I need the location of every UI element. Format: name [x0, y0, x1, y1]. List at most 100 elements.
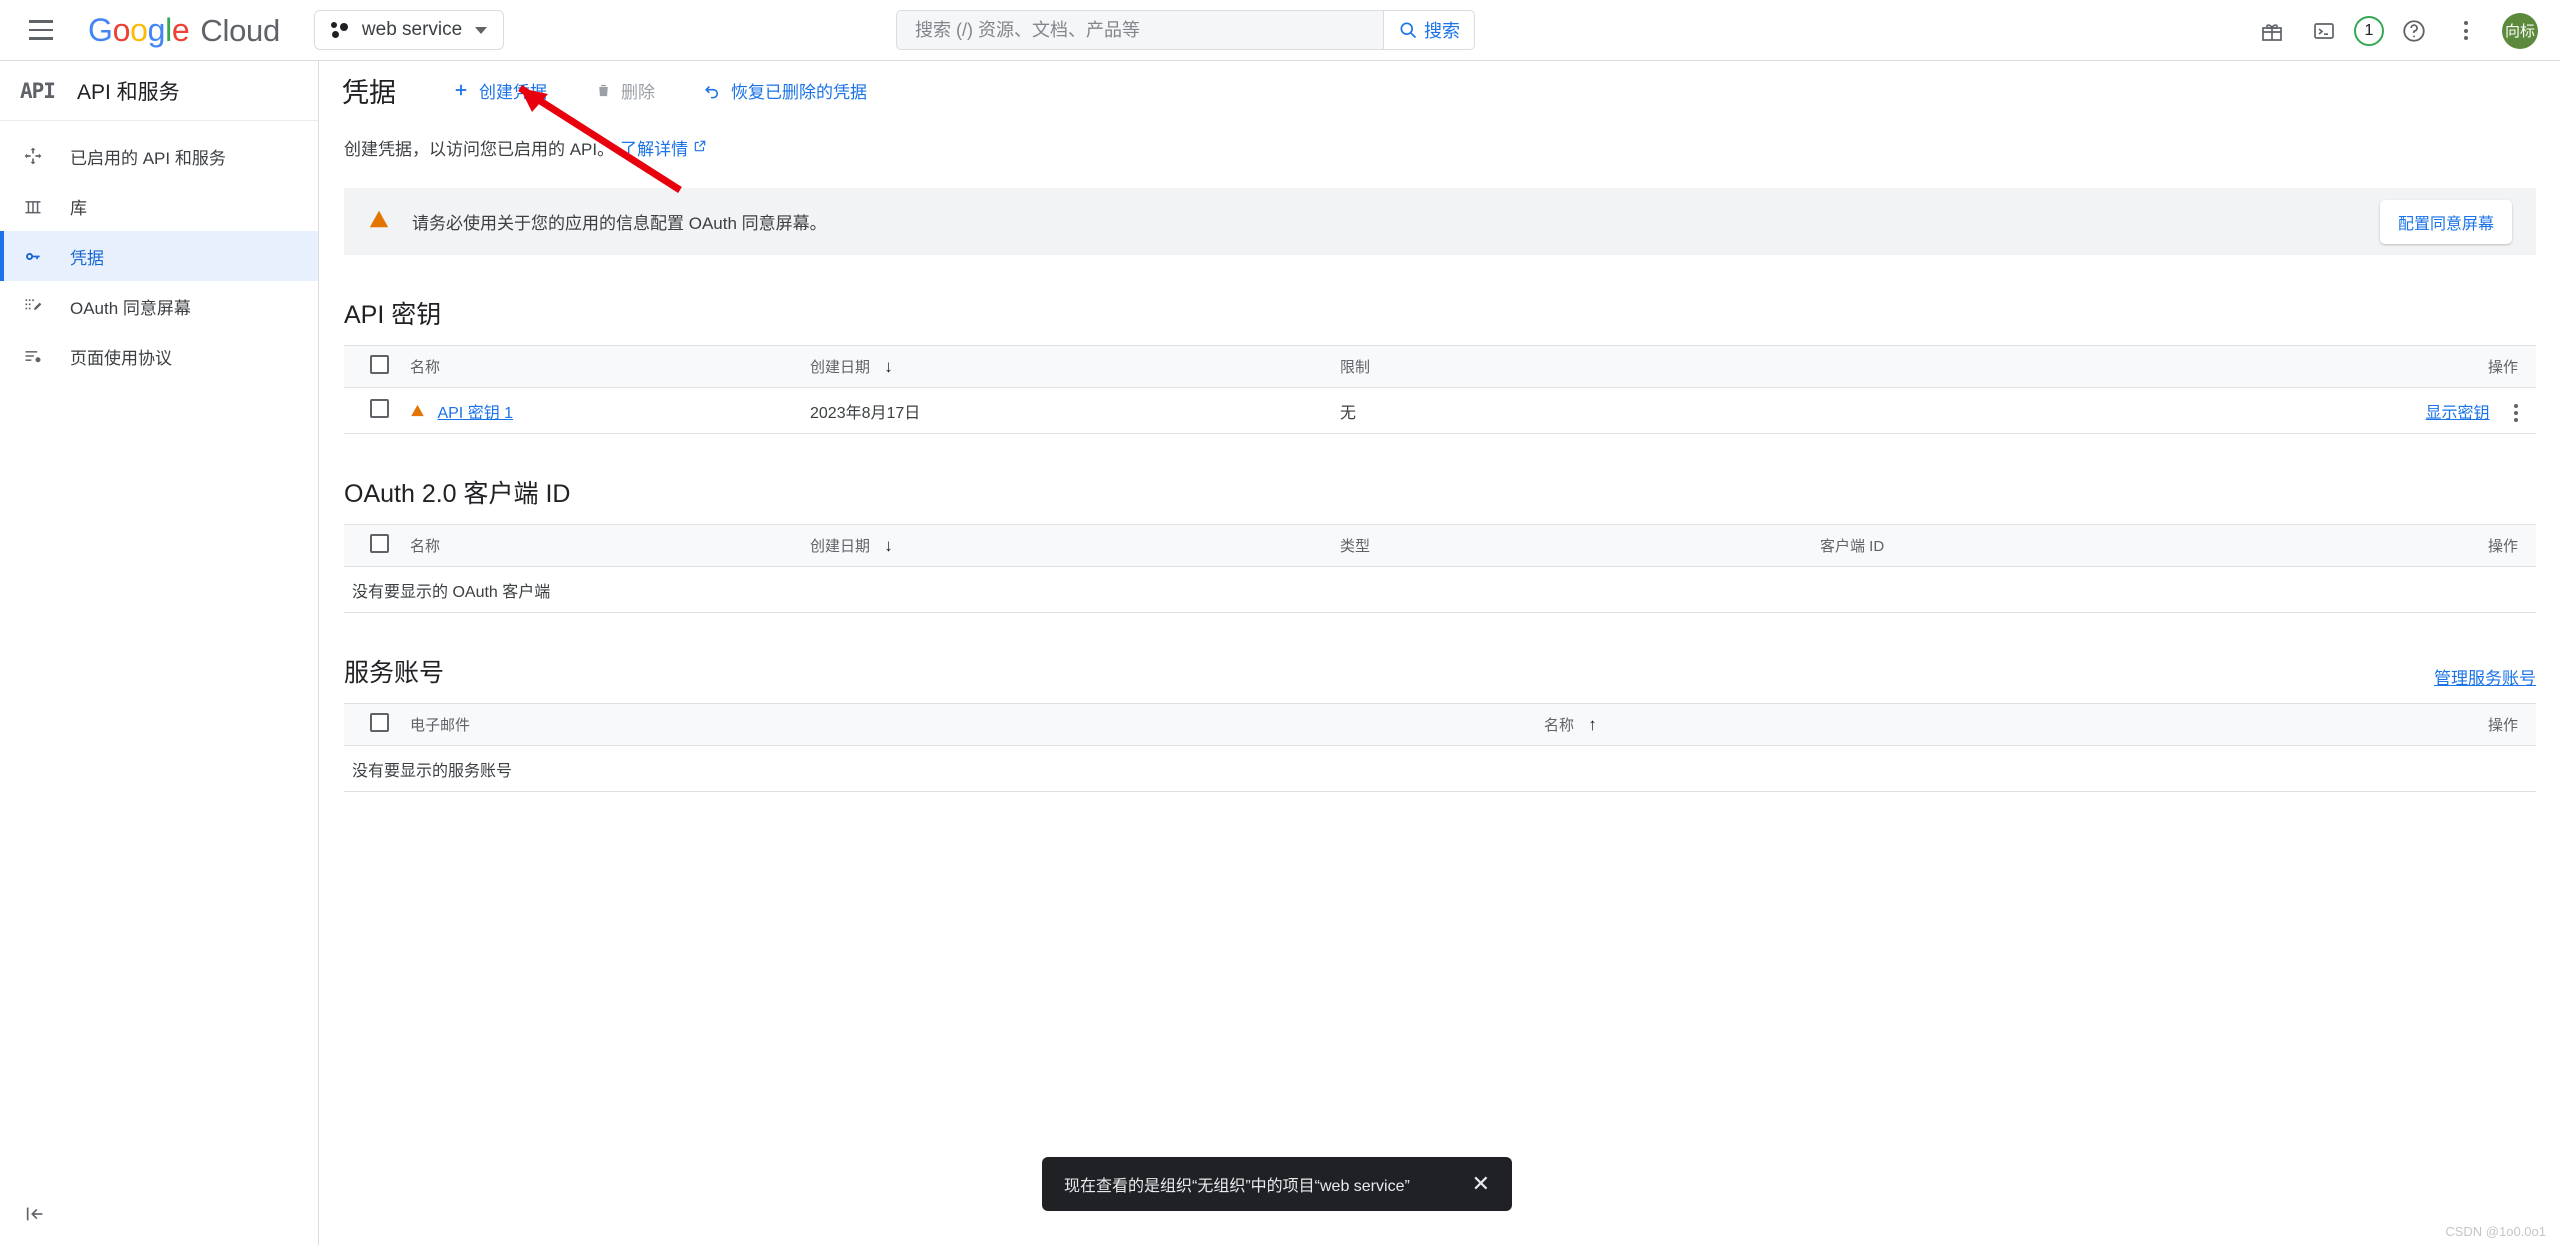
select-all-checkbox[interactable]	[369, 713, 389, 732]
logo-letter-g: G	[88, 11, 113, 48]
restore-label: 恢复已删除的凭据	[731, 82, 867, 102]
row-warning-icon	[410, 404, 429, 422]
search-input[interactable]	[915, 19, 1365, 41]
undo-icon	[705, 85, 719, 98]
plus-icon	[455, 84, 467, 96]
section-title: 服务账号	[344, 659, 445, 687]
logo-word-cloud: Cloud	[200, 12, 280, 48]
delete-button: 删除	[591, 70, 659, 110]
column-header-type[interactable]: 类型	[1332, 524, 1812, 567]
search-area: 搜索	[896, 10, 1475, 50]
project-selector[interactable]: web service	[313, 10, 505, 50]
watermark: CSDN @1o0.0o1	[2445, 1224, 2546, 1239]
column-header-name[interactable]: 名称	[402, 524, 802, 567]
table-header-row: 电子邮件 名称 ↑ 操作	[344, 703, 2536, 746]
column-header-created[interactable]: 创建日期 ↓	[802, 524, 1332, 567]
main-content: 凭据 创建凭据 删除 恢复已删除的凭据 创建凭据，以访问您已启用的 API。 了…	[320, 61, 2560, 1245]
google-cloud-logo[interactable]: Google Cloud	[88, 12, 280, 49]
column-header-restriction[interactable]: 限制	[1332, 345, 2236, 388]
sidebar-item-label: 页面使用协议	[70, 348, 172, 368]
gift-icon[interactable]	[2250, 9, 2294, 53]
page-title: 凭据	[342, 77, 396, 108]
sidebar-title: API 和服务	[76, 80, 180, 104]
api-key-link[interactable]: API 密钥 1	[437, 405, 513, 422]
table-row[interactable]: API 密钥 1 2023年8月17日 无 显示密钥	[344, 387, 2536, 434]
section-header: 服务账号 管理服务账号	[344, 653, 2536, 689]
select-all-checkbox[interactable]	[369, 355, 389, 374]
oauth-clients-table: 名称 创建日期 ↓ 类型 客户端 ID 操作 没有要显示的 OAuth 客户端	[344, 524, 2536, 613]
select-all-header	[344, 524, 402, 567]
page-toolbar: 凭据 创建凭据 删除 恢复已删除的凭据	[320, 61, 2560, 119]
close-icon[interactable]: ✕	[1472, 1171, 1490, 1197]
empty-state-row: 没有要显示的服务账号	[344, 745, 2536, 792]
row-checkbox[interactable]	[369, 398, 389, 418]
column-header-email[interactable]: 电子邮件	[402, 703, 1536, 746]
sidebar-item-page-usage[interactable]: 页面使用协议	[0, 331, 318, 381]
cell-key-name: API 密钥 1	[402, 387, 802, 434]
help-icon[interactable]	[2392, 9, 2436, 53]
sidebar-item-library[interactable]: 库	[0, 181, 318, 231]
sidebar-nav: 已启用的 API 和服务 库 凭据 OAuth 同意屏幕 页面使用协议	[0, 121, 318, 381]
select-all-checkbox[interactable]	[369, 534, 389, 553]
table-header-row: 名称 创建日期 ↓ 限制 操作	[344, 345, 2536, 388]
learn-more-link[interactable]: 了解详情	[620, 135, 688, 160]
avatar-label: 向标	[2504, 23, 2535, 40]
section-title: OAuth 2.0 客户端 ID	[344, 480, 571, 508]
hamburger-icon[interactable]	[22, 11, 60, 49]
column-header-name[interactable]: 名称	[402, 345, 802, 388]
column-header-actions: 操作	[2236, 345, 2536, 388]
column-header-name-label: 名称	[1544, 717, 1575, 734]
row-more-vert-icon[interactable]	[2514, 404, 2518, 423]
toast-text: 现在查看的是组织“无组织”中的项目“web service”	[1064, 1178, 1410, 1195]
sidebar: API API 和服务 已启用的 API 和服务 库 凭据 OAuth 同意屏幕…	[0, 61, 319, 1245]
sidebar-item-label: OAuth 同意屏幕	[70, 298, 191, 318]
column-header-name[interactable]: 名称 ↑	[1536, 703, 2236, 746]
column-header-actions: 操作	[2236, 524, 2536, 567]
external-link-icon	[693, 138, 707, 158]
trash-icon	[599, 84, 608, 96]
collapse-panel-icon[interactable]	[18, 1197, 52, 1231]
column-header-created[interactable]: 创建日期 ↓	[802, 345, 1332, 388]
section-service-accounts: 服务账号 管理服务账号 电子邮件 名称 ↑ 操作 没有要显示的服务账号	[344, 653, 2536, 792]
cloud-shell-icon[interactable]	[2302, 9, 2346, 53]
manage-service-accounts-link[interactable]: 管理服务账号	[2434, 664, 2536, 689]
avatar[interactable]: 向标	[2502, 12, 2538, 49]
empty-state-text: 没有要显示的服务账号	[344, 745, 2536, 792]
notifications-count: 1	[2364, 21, 2374, 39]
oauth-consent-icon	[22, 295, 44, 317]
logo-letter-g2: g	[147, 11, 166, 48]
sort-descending-icon: ↓	[884, 536, 893, 555]
api-logo: API	[20, 78, 56, 103]
configure-consent-screen-button[interactable]: 配置同意屏幕	[2379, 199, 2512, 244]
logo-letter-e: e	[171, 11, 190, 48]
select-all-header	[344, 703, 402, 746]
show-key-link[interactable]: 显示密钥	[2426, 405, 2490, 422]
enabled-apis-icon	[22, 145, 44, 167]
sidebar-item-oauth-consent[interactable]: OAuth 同意屏幕	[0, 281, 318, 331]
section-api-keys: API 密钥 名称 创建日期 ↓ 限制 操作 API 密钥 1 2023年8月1…	[344, 295, 2536, 434]
row-select-cell	[344, 387, 402, 434]
warning-icon	[368, 208, 390, 236]
column-header-client-id[interactable]: 客户端 ID	[1812, 524, 2236, 567]
logo-letter-o2: o	[130, 11, 148, 48]
logo-letter-l: l	[165, 11, 172, 48]
chevron-down-icon	[475, 26, 488, 34]
oauth-consent-banner: 请务必使用关于您的应用的信息配置 OAuth 同意屏幕。 配置同意屏幕	[344, 188, 2536, 255]
top-bar-actions: 1 向标	[2250, 0, 2538, 61]
sidebar-header: API API 和服务	[0, 61, 318, 121]
search-button[interactable]: 搜索	[1383, 10, 1475, 50]
search-box[interactable]	[896, 10, 1383, 50]
sidebar-item-label: 凭据	[70, 248, 104, 268]
create-credentials-button[interactable]: 创建凭据	[448, 70, 551, 110]
page-description: 创建凭据，以访问您已启用的 API。 了解详情	[320, 135, 2560, 160]
library-icon	[22, 195, 44, 217]
empty-state-row: 没有要显示的 OAuth 客户端	[344, 566, 2536, 613]
restore-deleted-credentials-button[interactable]: 恢复已删除的凭据	[699, 70, 871, 110]
oauth-consent-banner-text: 请务必使用关于您的应用的信息配置 OAuth 同意屏幕。	[412, 214, 827, 233]
cell-actions: 显示密钥	[2236, 387, 2536, 434]
sidebar-item-credentials[interactable]: 凭据	[0, 231, 318, 281]
search-icon	[1400, 22, 1417, 39]
more-vert-icon[interactable]	[2444, 9, 2488, 53]
sidebar-item-enabled-apis[interactable]: 已启用的 API 和服务	[0, 131, 318, 181]
notifications-badge[interactable]: 1	[2354, 15, 2384, 46]
